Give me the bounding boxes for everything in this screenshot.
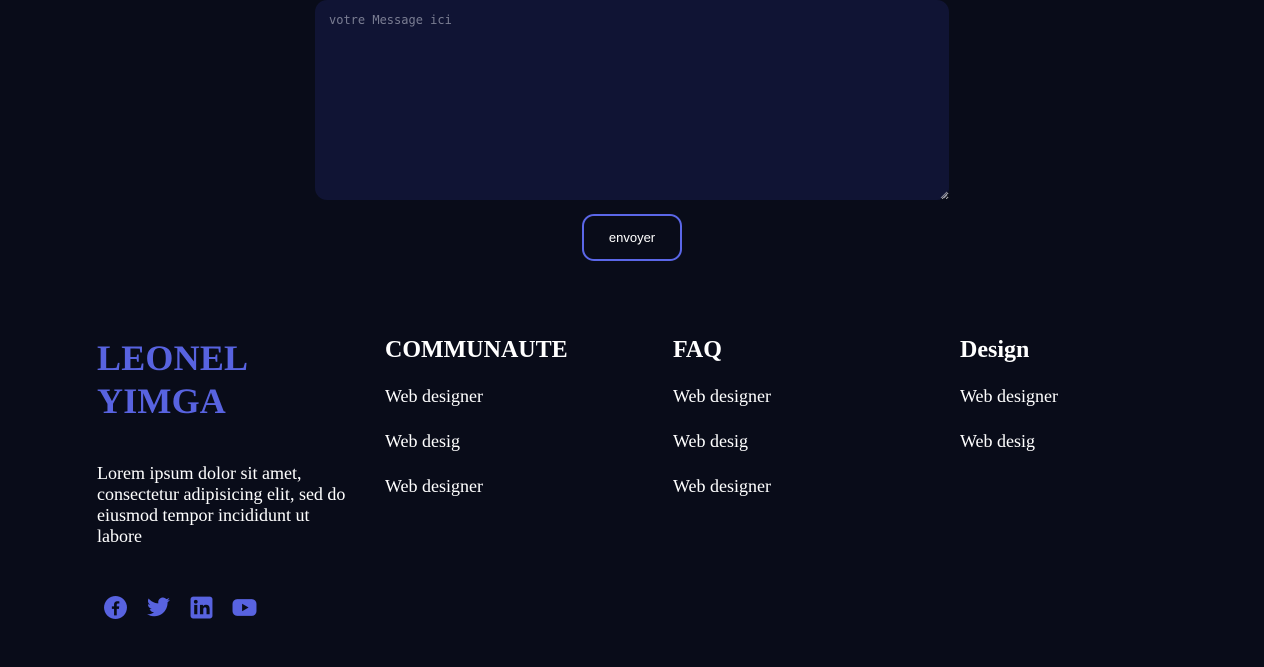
footer-brand: LEONEL YIMGA: [97, 337, 347, 423]
list-item: Web designer: [960, 386, 1220, 407]
facebook-icon[interactable]: [103, 595, 128, 620]
page: envoyer LEONEL YIMGA Lorem ipsum dolor s…: [0, 0, 1264, 667]
resize-grip-icon[interactable]: [940, 191, 948, 199]
column-heading: COMMUNAUTE: [385, 337, 568, 363]
column-link-list: Web designer Web desig Web designer: [673, 386, 933, 497]
send-button[interactable]: envoyer: [582, 214, 682, 261]
footer-link[interactable]: Web designer: [385, 476, 483, 496]
list-item: Web desig: [960, 431, 1220, 452]
column-heading: Design: [960, 337, 1030, 363]
footer-column-faq: FAQ Web designer Web desig Web designer: [673, 337, 933, 521]
brand-description: Lorem ipsum dolor sit amet, consectetur …: [97, 463, 346, 546]
brand-title-line2: YIMGA: [97, 381, 226, 421]
list-item: Web designer: [673, 386, 933, 407]
footer-link[interactable]: Web designer: [673, 386, 771, 406]
column-link-list: Web designer Web desig: [960, 386, 1220, 452]
footer-link[interactable]: Web desig: [385, 431, 460, 451]
list-item: Web designer: [673, 476, 933, 497]
column-link-list: Web designer Web desig Web designer: [385, 386, 645, 497]
footer-link[interactable]: Web designer: [960, 386, 1058, 406]
footer-column-design: Design Web designer Web desig: [960, 337, 1220, 476]
footer-link[interactable]: Web designer: [673, 476, 771, 496]
list-item: Web desig: [673, 431, 933, 452]
list-item: Web designer: [385, 476, 645, 497]
social-links: [103, 595, 257, 620]
list-item: Web designer: [385, 386, 645, 407]
footer-link[interactable]: Web desig: [673, 431, 748, 451]
twitter-icon[interactable]: [146, 595, 171, 620]
youtube-icon[interactable]: [232, 595, 257, 620]
footer-column-communaute: COMMUNAUTE Web designer Web desig Web de…: [385, 337, 645, 521]
list-item: Web desig: [385, 431, 645, 452]
message-textarea[interactable]: [315, 0, 949, 200]
footer-link[interactable]: Web designer: [385, 386, 483, 406]
column-heading: FAQ: [673, 337, 722, 363]
brand-title: LEONEL YIMGA: [97, 337, 347, 423]
linkedin-icon[interactable]: [189, 595, 214, 620]
brand-title-line1: LEONEL: [97, 338, 249, 378]
footer-link[interactable]: Web desig: [960, 431, 1035, 451]
